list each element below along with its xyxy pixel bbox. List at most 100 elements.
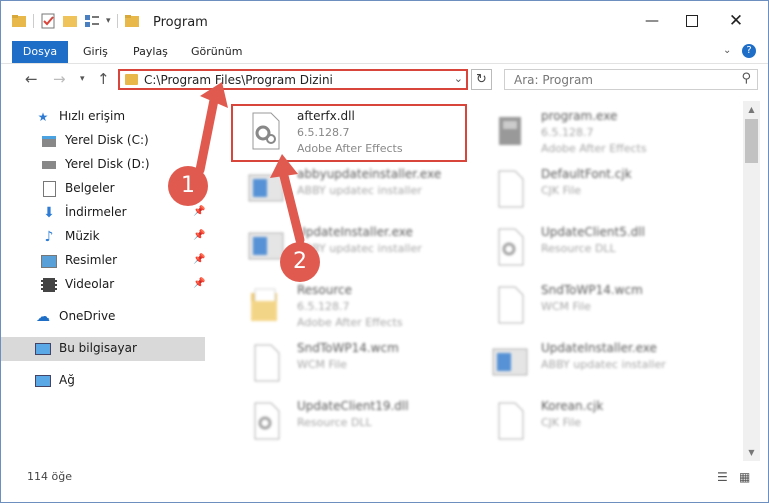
network-icon — [35, 373, 51, 389]
back-button[interactable]: ← — [25, 70, 38, 88]
refresh-icon: ↻ — [476, 72, 487, 87]
view-options-icon[interactable] — [84, 13, 100, 29]
file-name: SndToWP14.wcm — [541, 283, 643, 297]
sidebar-item-network[interactable]: Ağ — [1, 369, 205, 393]
details-view-icon[interactable]: ☰ — [717, 470, 728, 484]
file-icon — [498, 286, 524, 324]
file-detail: Adobe After Effects — [541, 142, 647, 155]
sidebar-item-onedrive[interactable]: ☁ OneDrive — [1, 305, 205, 329]
tab-file[interactable]: Dosya — [12, 41, 68, 63]
file-name: abbyupdateinstaller.exe — [297, 167, 442, 181]
pin-icon[interactable]: 📌 — [193, 230, 205, 241]
sidebar-item-label: Videolar — [65, 277, 115, 291]
step-1-badge: 1 — [168, 166, 208, 206]
close-icon: ✕ — [728, 11, 744, 31]
download-icon: ⬇ — [43, 205, 55, 221]
up-button[interactable]: ↑ — [97, 70, 110, 88]
pin-icon[interactable]: 📌 — [193, 278, 205, 289]
video-icon — [41, 277, 57, 293]
file-item[interactable]: UpdateInstaller.exe ABBY updatec install… — [233, 219, 473, 275]
maximize-icon — [686, 15, 698, 27]
ribbon-tabs: Dosya Giriş Paylaş Görünüm ⌄ ? — [1, 41, 768, 64]
sidebar-item-label: Resimler — [65, 253, 118, 267]
scroll-thumb[interactable] — [745, 119, 758, 163]
document-icon — [41, 181, 57, 197]
file-detail: CJK File — [541, 416, 582, 429]
file-item[interactable]: UpdateInstaller.exe ABBY updatec install… — [477, 335, 717, 391]
chevron-down-icon[interactable]: ⌄ — [454, 72, 463, 85]
search-placeholder: Ara: Program — [514, 73, 593, 87]
address-row: ← → ▾ ↑ C:\Program Files\Program Dizini … — [1, 65, 768, 95]
file-icon — [498, 170, 524, 208]
vertical-scrollbar[interactable]: ▲ ▼ — [743, 101, 760, 461]
file-detail: Resource DLL — [297, 416, 372, 429]
separator — [33, 14, 34, 28]
file-item[interactable]: program.exe 6.5.128.7 Adobe After Effect… — [477, 103, 717, 159]
selected-file-highlight — [231, 104, 467, 162]
computer-icon — [35, 341, 51, 357]
file-item[interactable]: Korean.cjk CJK File — [477, 393, 717, 449]
help-icon[interactable]: ? — [742, 44, 756, 58]
installer-icon — [492, 348, 528, 376]
sidebar-item-label: OneDrive — [59, 309, 116, 323]
scroll-down-icon[interactable]: ▼ — [743, 444, 760, 461]
close-button[interactable]: ✕ — [713, 1, 759, 41]
file-item[interactable]: DefaultFont.cjk CJK File — [477, 161, 717, 217]
file-item[interactable]: UpdateClient19.dll Resource DLL — [233, 393, 473, 449]
sidebar-item-this-pc[interactable]: Bu bilgisayar — [1, 337, 205, 361]
expand-ribbon-icon[interactable]: ⌄ — [723, 45, 731, 56]
pin-icon[interactable]: 📌 — [193, 206, 205, 217]
file-detail: 6.5.128.7 — [541, 126, 594, 139]
sidebar-item-disk-c[interactable]: Yerel Disk (C:) — [1, 129, 205, 153]
file-item[interactable]: Resource 6.5.128.7 Adobe After Effects — [233, 277, 473, 333]
dll-icon — [254, 402, 280, 440]
customize-qat-icon[interactable]: ▾ — [106, 16, 111, 26]
file-name: DefaultFont.cjk — [541, 167, 632, 181]
file-detail: ABBY updatec installer — [297, 184, 422, 197]
dll-icon — [498, 228, 524, 266]
maximize-button[interactable] — [669, 1, 715, 41]
address-bar[interactable]: C:\Program Files\Program Dizini ⌄ — [118, 69, 468, 90]
sidebar-item-quick-access[interactable]: ★ Hızlı erişim — [1, 105, 205, 129]
scroll-up-icon[interactable]: ▲ — [743, 101, 760, 118]
new-folder-icon[interactable] — [62, 13, 78, 29]
separator — [116, 14, 118, 28]
back-arrow-icon: ← — [25, 70, 38, 88]
sidebar-item-label: İndirmeler — [65, 205, 127, 219]
navigation-pane: ★ Hızlı erişim Yerel Disk (C:) Yerel Dis… — [1, 101, 207, 461]
sidebar-item-downloads[interactable]: ⬇ İndirmeler 📌 — [1, 201, 205, 225]
properties-icon[interactable] — [40, 13, 56, 29]
file-name: Korean.cjk — [541, 399, 604, 413]
recent-locations-button[interactable]: ▾ — [80, 74, 85, 84]
file-item[interactable]: UpdateClient5.dll Resource DLL — [477, 219, 717, 275]
file-item[interactable]: abbyupdateinstaller.exe ABBY updatec ins… — [233, 161, 473, 217]
sidebar-item-music[interactable]: ♪ Müzik 📌 — [1, 225, 206, 249]
up-arrow-icon: ↑ — [97, 70, 110, 88]
sidebar-item-label: Belgeler — [65, 181, 115, 195]
pictures-icon — [41, 253, 57, 269]
file-item[interactable]: SndToWP14.wcm WCM File — [477, 277, 717, 333]
folder-icon — [125, 74, 138, 85]
tab-view[interactable]: Görünüm — [191, 41, 242, 63]
file-icon — [498, 402, 524, 440]
file-name: UpdateInstaller.exe — [297, 225, 413, 239]
tiles-view-icon[interactable]: ▦ — [739, 470, 750, 484]
search-icon: ⚲ — [741, 71, 751, 86]
pin-icon[interactable]: 📌 — [193, 254, 205, 265]
file-detail: WCM File — [297, 358, 347, 371]
drive-icon — [41, 133, 57, 149]
folder-icon — [12, 15, 26, 27]
file-detail: ABBY updatec installer — [541, 358, 666, 371]
forward-button[interactable]: → — [53, 70, 66, 88]
file-name: UpdateInstaller.exe — [541, 341, 657, 355]
sidebar-item-label: Bu bilgisayar — [59, 341, 137, 355]
file-item[interactable]: SndToWP14.wcm WCM File — [233, 335, 473, 391]
title-bar: ▾ Program — ✕ — [1, 1, 768, 41]
tab-home[interactable]: Giriş — [83, 41, 108, 63]
folder-icon — [124, 15, 139, 27]
sidebar-item-pictures[interactable]: Resimler 📌 — [1, 249, 205, 273]
refresh-button[interactable]: ↻ — [471, 69, 492, 90]
sidebar-item-videos[interactable]: Videolar 📌 — [1, 273, 205, 297]
search-box[interactable]: Ara: Program ⚲ — [504, 69, 758, 90]
tab-share[interactable]: Paylaş — [133, 41, 168, 63]
